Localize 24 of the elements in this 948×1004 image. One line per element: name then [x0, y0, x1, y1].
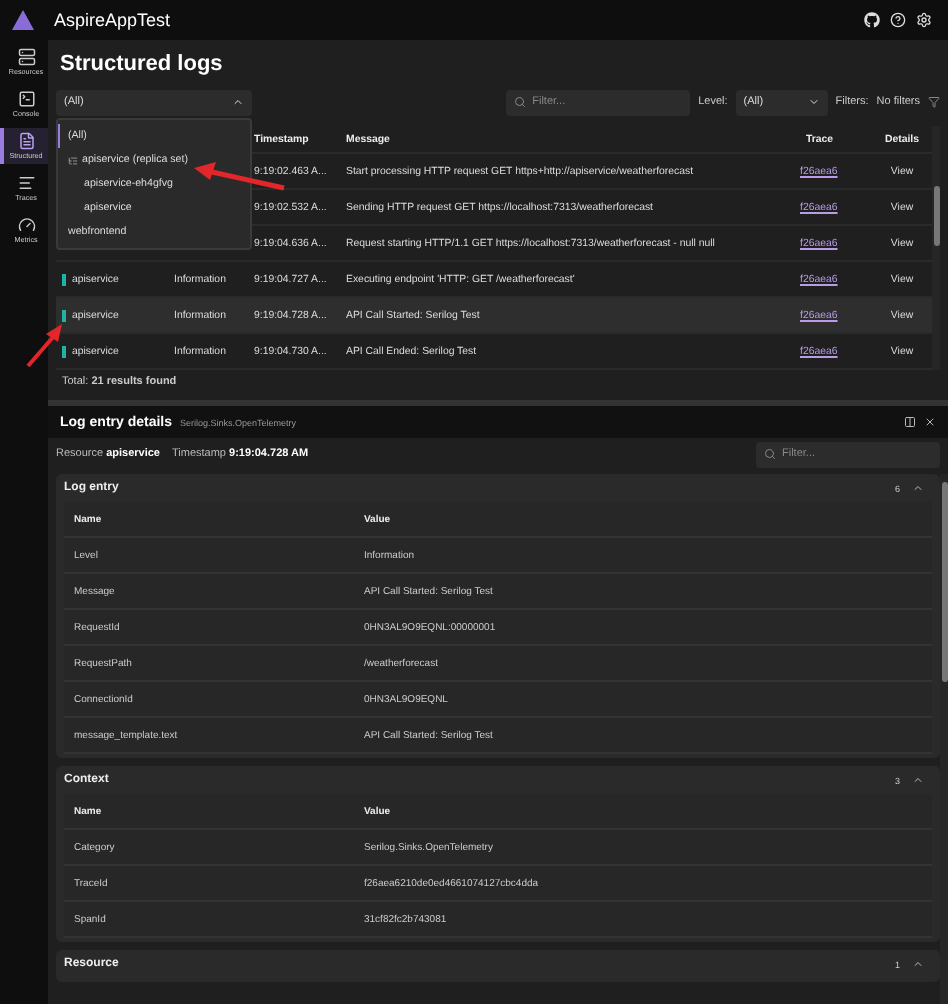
nav-icon [17, 90, 35, 108]
filter-icon[interactable] [928, 96, 940, 108]
collapse-button[interactable] [912, 958, 924, 970]
settings-icon[interactable] [916, 12, 932, 28]
search-icon [764, 448, 776, 460]
nav-icon [17, 132, 35, 150]
close-icon[interactable] [924, 416, 936, 428]
split-view-icon[interactable] [904, 416, 916, 428]
app-title: AspireAppTest [54, 10, 173, 30]
search-icon [514, 96, 527, 108]
collapse-button[interactable] [912, 774, 924, 786]
tree-icon [68, 155, 78, 165]
arrow-annotation [26, 324, 62, 368]
caret-icon[interactable] [232, 96, 244, 108]
nav-icon [17, 48, 35, 66]
page-title: Structured logs [58, 50, 225, 80]
scrollbar[interactable] [940, 474, 948, 1004]
help-icon[interactable] [890, 12, 906, 28]
nav-icon [17, 174, 35, 192]
logo-icon [12, 10, 34, 30]
collapse-button[interactable] [912, 482, 924, 494]
github-icon[interactable] [864, 12, 880, 28]
nav-icon [17, 216, 35, 234]
caret-icon [807, 96, 820, 108]
